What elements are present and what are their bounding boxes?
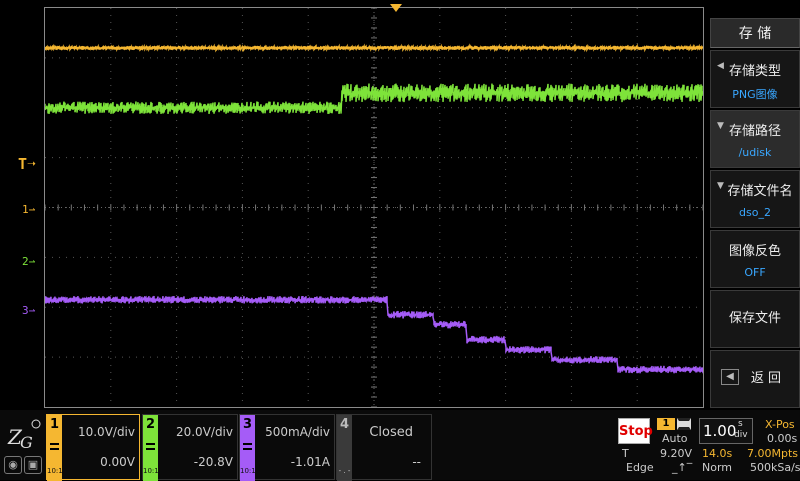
menu-item-storage-type[interactable]: ◀ 存储类型 PNG图像 <box>710 50 800 108</box>
channel-3-badge: 3 10:1 <box>240 415 256 481</box>
ch1-ground-marker[interactable]: 1⇀ <box>22 203 35 216</box>
channel-offset: -1.01A <box>290 455 330 469</box>
menu-item-back[interactable]: ◀ 返 回 <box>710 350 800 408</box>
trigger-coupling-icon <box>677 418 691 430</box>
ch1-waveform <box>45 43 703 53</box>
run-stop-indicator[interactable]: Stop <box>618 418 653 444</box>
channel-3-panel[interactable]: 3 10:1 500mA/div -1.01A <box>239 414 335 481</box>
probe-ratio: 10:1 <box>143 467 159 475</box>
channel-offset: -- <box>412 455 421 469</box>
channel-scale: 20.0V/div <box>175 425 233 439</box>
acquisition-mode: Norm <box>702 461 733 474</box>
memory-depth: 7.00Mpts <box>747 447 799 460</box>
channel-4-badge: 4 - . - <box>337 415 352 481</box>
ch3-marker-label: 3 <box>22 304 29 317</box>
sample-rate: 500kSa/s <box>750 461 800 474</box>
trigger-level-label: T <box>18 155 28 173</box>
ch2-ground-marker[interactable]: 2⇀ <box>22 255 35 268</box>
menu-item-value: OFF <box>744 266 766 279</box>
channel-2-badge: 2 10:1 <box>143 415 159 481</box>
timebase-scale[interactable]: 1.00 s div <box>699 418 753 444</box>
dc-coupling-icon <box>146 443 155 450</box>
channel-scale: 500mA/div <box>265 425 330 439</box>
channel-scale: 10.0V/div <box>77 425 135 439</box>
menu-item-label: 存储类型 <box>728 64 781 79</box>
menu-item-value: PNG图像 <box>732 88 778 101</box>
trigger-level-value[interactable]: 9.20V <box>660 447 692 460</box>
triangle-down-icon: ▼ <box>717 121 724 131</box>
ch1-marker-label: 1 <box>22 203 29 216</box>
channel-number: 3 <box>242 417 253 432</box>
trigger-level-marker[interactable]: T➝ <box>18 155 36 173</box>
rising-edge-icon: _↑‾ <box>672 461 693 474</box>
channel-2-panel[interactable]: 2 10:1 20.0V/div -20.8V <box>142 414 238 481</box>
channel-1-panel[interactable]: 1 10:1 10.0V/div 0.00V <box>46 414 140 481</box>
keyboard-lock-icon[interactable]: ▣ <box>24 456 42 474</box>
triangle-down-icon: ▼ <box>717 181 724 191</box>
x-position-value[interactable]: 0.00s <box>767 432 797 445</box>
trigger-position-marker[interactable] <box>389 3 403 13</box>
trigger-level-label: T <box>622 447 629 460</box>
menu-item-save-file[interactable]: 保存文件 <box>710 290 800 348</box>
back-icon: ◀ <box>721 369 739 385</box>
menu-item-label: 保存文件 <box>728 311 781 326</box>
trigger-source: 1 <box>662 418 670 429</box>
timebase-value: 1.00 <box>703 422 737 440</box>
waveform-display[interactable] <box>44 7 704 408</box>
graticule <box>45 8 703 407</box>
dc-coupling-icon <box>243 443 252 450</box>
timebase-unit-bottom: div <box>734 430 748 440</box>
menu-item-label: 图像反色 <box>728 244 781 259</box>
channel-number: 4 <box>339 417 350 432</box>
ch3-ground-marker[interactable]: 3⇀ <box>22 304 35 317</box>
storage-menu: 存 储 ◀ 存储类型 PNG图像 ▼ 存储路径 /udisk ▼ 存储文件名 d… <box>710 18 800 408</box>
menu-item-label: 存储路径 <box>728 124 781 139</box>
trigger-mode[interactable]: Auto <box>662 432 688 445</box>
channel-4-panel[interactable]: 4 - . - Closed -- <box>336 414 432 481</box>
probe-ratio: 10:1 <box>240 467 256 475</box>
menu-item-value: dso_2 <box>739 206 771 219</box>
touch-lock-icon[interactable]: ◉ <box>4 456 22 474</box>
menu-item-label: 存储文件名 <box>727 184 793 199</box>
menu-item-invert-image[interactable]: 图像反色 OFF <box>710 230 800 288</box>
channel-offset: 0.00V <box>100 455 135 469</box>
ground-arrow-icon: ⇀ <box>28 255 36 268</box>
channel-offset: -20.8V <box>193 455 233 469</box>
ground-arrow-icon: ⇀ <box>28 203 36 216</box>
menu-item-file-name[interactable]: ▼ 存储文件名 dso_2 <box>710 170 800 228</box>
trigger-type[interactable]: Edge <box>626 461 654 474</box>
channel-scale: Closed <box>369 425 413 440</box>
menu-item-storage-path[interactable]: ▼ 存储路径 /udisk <box>710 110 800 168</box>
timebase-unit-top: s <box>738 419 743 429</box>
probe-ratio: - . - <box>338 467 351 475</box>
x-position-label: X-Pos <box>765 418 795 431</box>
channel-number: 1 <box>49 417 60 432</box>
trigger-source-badge[interactable]: 1 <box>657 418 675 430</box>
channel-1-badge: 1 10:1 <box>47 415 63 481</box>
channel-number: 2 <box>145 417 156 432</box>
brand-logo-icon: Z G <box>7 419 41 452</box>
triangle-left-icon: ◀ <box>717 61 724 71</box>
probe-ratio: 10:1 <box>47 467 63 475</box>
dc-coupling-icon <box>50 443 59 450</box>
svg-text:G: G <box>20 433 33 452</box>
time-window: 14.0s <box>702 447 733 460</box>
menu-title: 存 储 <box>710 18 800 48</box>
arrow-right-icon: ➝ <box>27 155 37 173</box>
ch2-marker-label: 2 <box>22 255 29 268</box>
ground-arrow-icon: ⇀ <box>28 304 36 317</box>
menu-item-value: /udisk <box>738 146 772 159</box>
